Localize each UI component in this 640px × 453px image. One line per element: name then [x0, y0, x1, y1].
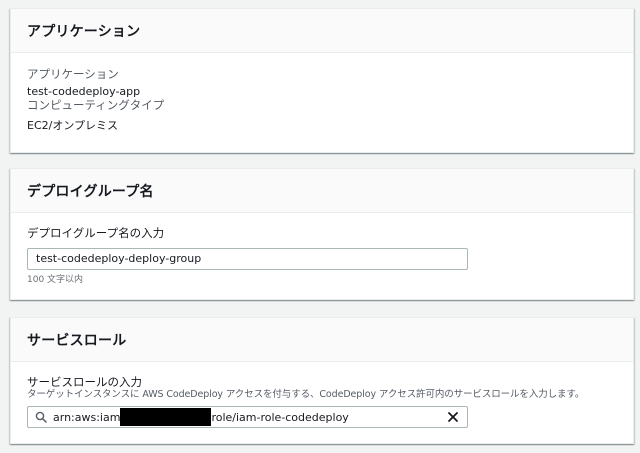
compute-platform-value: EC2/オンプレミス	[27, 119, 119, 132]
application-panel-header: アプリケーション	[11, 9, 633, 53]
deployment-group-input-label: デプロイグループ名の入力	[27, 226, 165, 240]
service-role-panel-body: サービスロールの入力 ターゲットインスタンスに AWS CodeDeploy ア…	[11, 362, 633, 440]
deployment-group-panel-header: デプロイグループ名	[11, 169, 633, 213]
application-name-label: アプリケーション	[27, 67, 119, 81]
service-role-arn-prefix: arn:aws:iam	[53, 410, 121, 424]
deployment-group-panel: デプロイグループ名 デプロイグループ名の入力 100 文字以内	[10, 168, 634, 300]
search-icon	[35, 411, 47, 423]
deployment-group-panel-body: デプロイグループ名の入力 100 文字以内	[11, 213, 633, 299]
service-role-panel-title: サービスロール	[27, 332, 127, 349]
application-panel-title: アプリケーション	[27, 23, 141, 40]
service-role-input[interactable]: arn:aws:iam role/iam-role-codedeploy	[27, 406, 468, 428]
service-role-input-value[interactable]: arn:aws:iam role/iam-role-codedeploy	[53, 408, 349, 426]
deployment-group-name-input[interactable]	[27, 247, 468, 270]
application-panel-body: アプリケーション test-codedeploy-app コンピューティングタイ…	[11, 53, 633, 146]
service-role-panel-header: サービスロール	[11, 318, 633, 362]
deployment-group-panel-title: デプロイグループ名	[27, 183, 154, 200]
service-role-arn-suffix: role/iam-role-codedeploy	[211, 410, 349, 424]
deployment-group-constraint-hint: 100 文字以内	[27, 274, 84, 285]
service-role-description: ターゲットインスタンスに AWS CodeDeploy アクセスを付与する、Co…	[27, 389, 585, 400]
compute-platform-label: コンピューティングタイプ	[27, 98, 165, 112]
application-panel: アプリケーション アプリケーション test-codedeploy-app コン…	[10, 8, 634, 153]
service-role-panel: サービスロール サービスロールの入力 ターゲットインスタンスに AWS Code…	[10, 317, 634, 444]
close-icon[interactable]	[447, 411, 459, 423]
redacted-account-id	[120, 408, 212, 426]
